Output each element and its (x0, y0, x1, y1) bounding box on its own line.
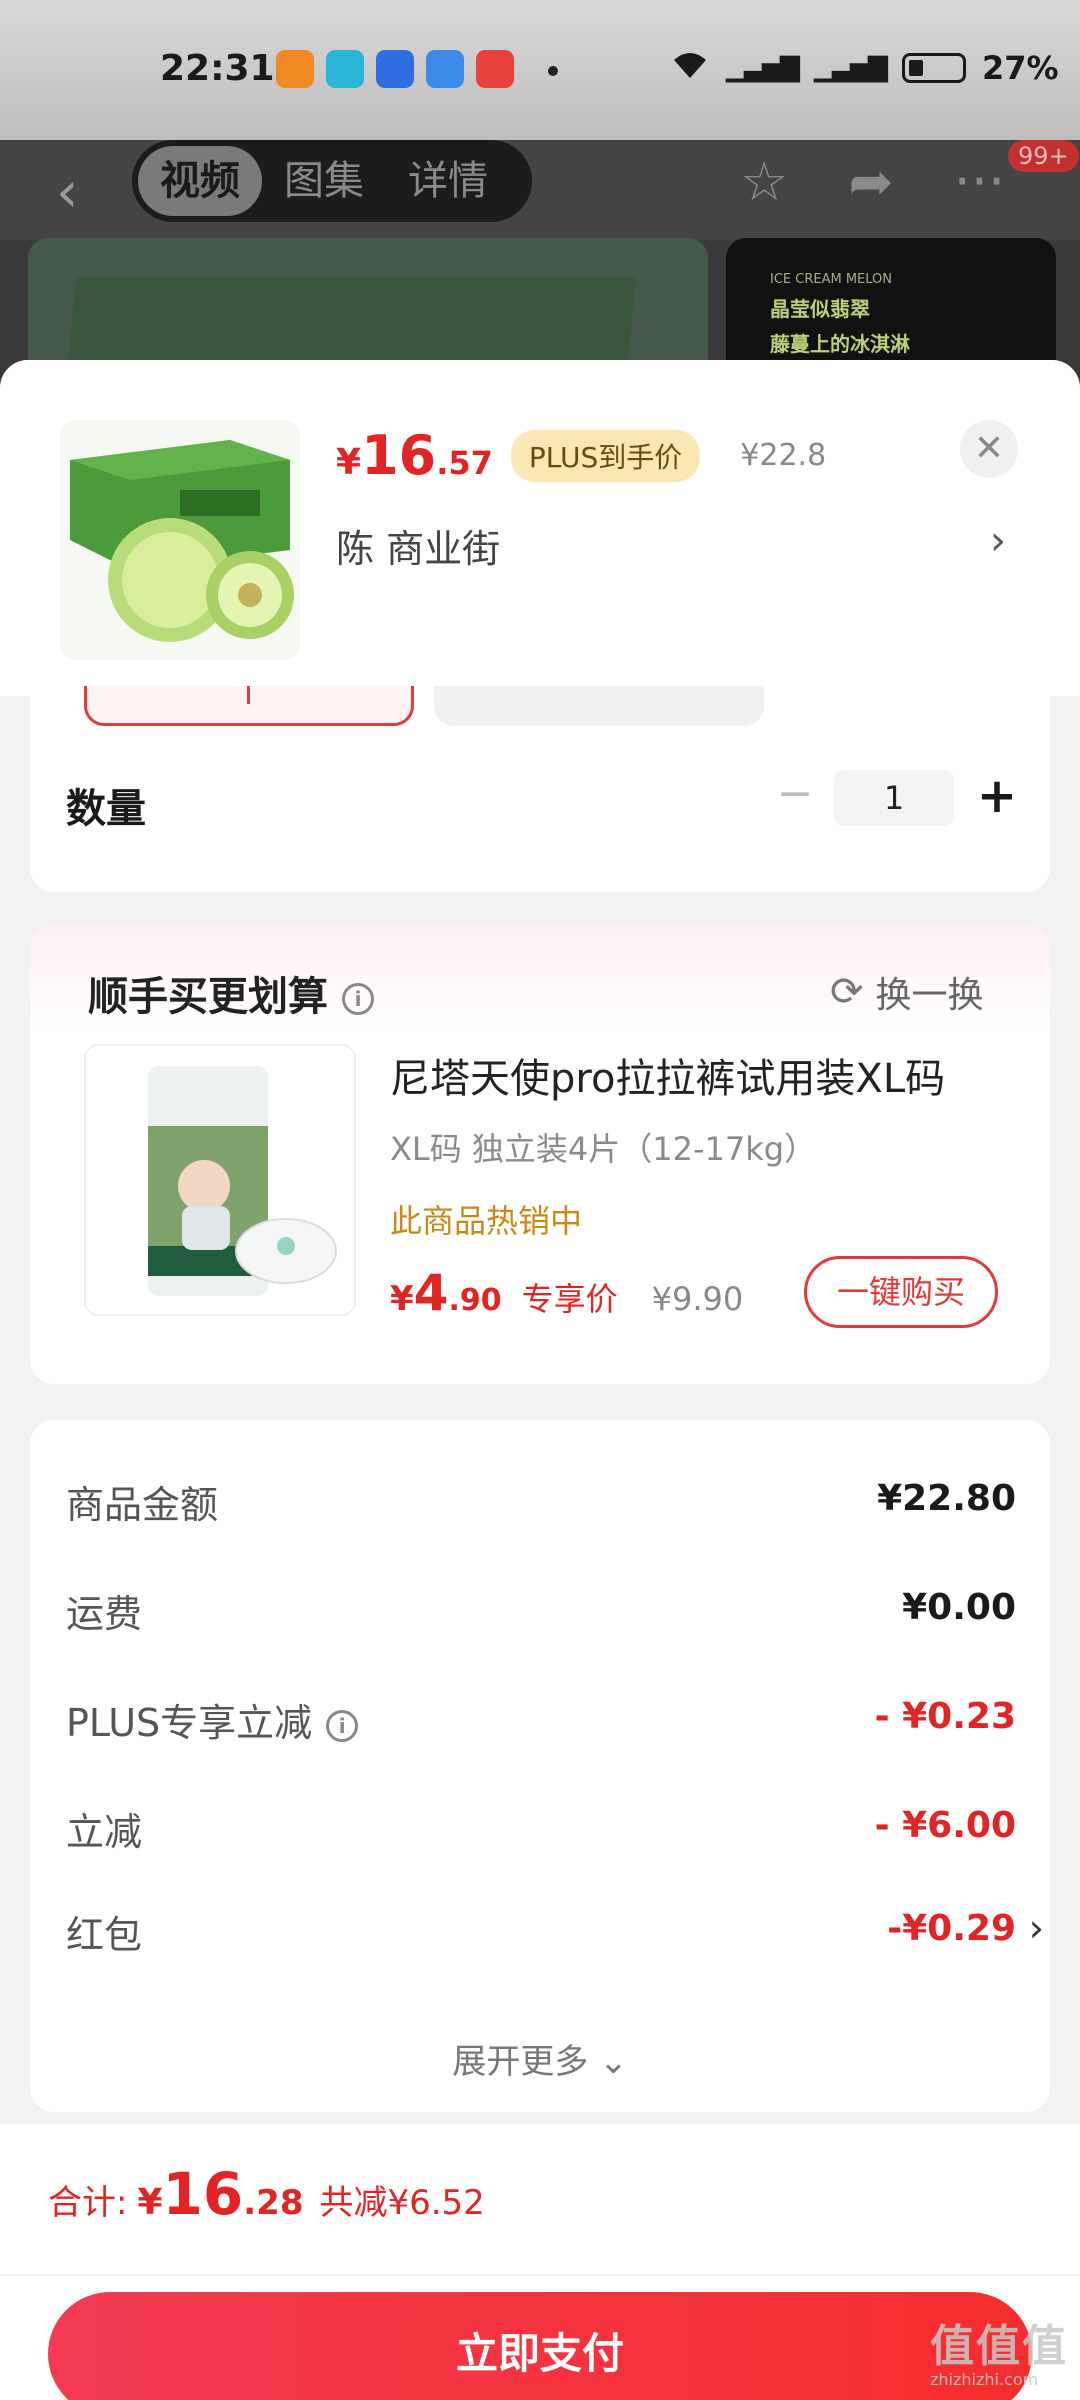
app-notification-icon (376, 50, 414, 88)
price-currency: ¥ (336, 442, 362, 483)
sheet-header: ¥ 16 .57 PLUS到手价 ¥22.8 ✕ 陈 商业街 › (0, 360, 1080, 696)
delivery-address[interactable]: 陈 商业街 (336, 518, 500, 573)
quantity-input[interactable]: 1 (834, 770, 954, 826)
swap-button[interactable]: ⟳ 换一换 (830, 966, 984, 1018)
background-page: 22:31 ▁▃▅▇ ▁▃▅▇ 27% ‹ 视频 图集 详情 ☆ ➦ ··· 9… (0, 0, 1080, 420)
more-notifications-dot-icon (548, 66, 558, 76)
status-indicators: ▁▃▅▇ ▁▃▅▇ 27% (670, 48, 1059, 88)
divider (0, 2274, 1080, 2276)
melon-box-image (60, 420, 300, 660)
more-icon[interactable]: ··· (954, 150, 1006, 213)
price-summary-card: 商品金额 ¥22.80 运费 ¥0.00 PLUS专享立减 i - ¥0.23 立… (30, 1420, 1050, 2112)
price-integer: 16 (361, 424, 437, 487)
summary-row-shipping: 运费 ¥0.00 (66, 1583, 1016, 1643)
app-notification-icon (426, 50, 464, 88)
product-price-row: ¥ 16 .57 PLUS到手价 ¥22.8 (336, 424, 826, 487)
summary-label: PLUS专享立减 i (66, 1692, 359, 1747)
price-decimal: .57 (436, 444, 493, 482)
total-saved: 共减¥6.52 (319, 2183, 485, 2223)
media-tabs: 视频 图集 详情 (132, 140, 532, 222)
quantity-decrease-button[interactable]: − (770, 770, 820, 820)
summary-label: 立减 (66, 1810, 143, 1854)
top-actions: ☆ ➦ ··· (740, 150, 1005, 213)
signal-icon: ▁▃▅▇ (726, 53, 800, 83)
upsell-price-currency: ¥ (390, 1279, 414, 1319)
summary-value: ¥0.00 (902, 1587, 1016, 1628)
summary-value: - ¥0.23 (874, 1696, 1016, 1737)
share-icon[interactable]: ➦ (848, 150, 893, 213)
spec-option-selected[interactable] (84, 686, 414, 726)
favorite-star-icon[interactable]: ☆ (740, 150, 788, 213)
quantity-card: 数量 − 1 + (30, 686, 1050, 892)
total-currency: ¥ (137, 2182, 163, 2223)
upsell-product-name[interactable]: 尼塔天使pro拉拉裤试用装XL码 (390, 1046, 945, 1104)
upsell-card: 顺手买更划算 i ⟳ 换一换 尼塔天使pro拉拉裤试用装XL码 XL码 独立装4片… (30, 924, 1050, 1384)
banner-headline: 晶莹似翡翠 (770, 297, 870, 321)
upsell-price-integer: 4 (413, 1264, 449, 1322)
app-notification-icon (326, 50, 364, 88)
total-label: 合计: (48, 2183, 128, 2223)
upsell-hot-label: 此商品热销中 (390, 1202, 583, 1240)
total-integer: 16 (162, 2160, 244, 2228)
refresh-icon: ⟳ (830, 969, 864, 1015)
summary-row-goods: 商品金额 ¥22.80 (66, 1474, 1016, 1534)
banner-subheadline: 藤蔓上的冰淇淋 (770, 332, 910, 356)
notification-badge: 99+ (1008, 140, 1079, 172)
upsell-product-spec: XL码 独立装4片（12-17kg） (390, 1130, 817, 1168)
wifi-icon (670, 48, 710, 88)
close-icon: ✕ (973, 428, 1005, 469)
summary-label: 运费 (66, 1592, 143, 1636)
status-app-icons (276, 50, 514, 88)
total-row: 合计: ¥ 16 .28 共减¥6.52 (48, 2160, 485, 2228)
summary-row-instant-discount: 立减 - ¥6.00 (66, 1801, 1016, 1861)
upsell-exclusive-label: 专享价 (521, 1280, 618, 1318)
chevron-right-icon[interactable]: › (1029, 1906, 1044, 1950)
battery-icon (901, 53, 966, 83)
summary-row-red-packet[interactable]: 红包 -¥0.29 › (66, 1904, 1044, 1964)
status-time: 22:31 (160, 48, 275, 89)
summary-value: - ¥6.00 (874, 1805, 1016, 1846)
signal-icon: ▁▃▅▇ (813, 53, 888, 83)
expand-more-button[interactable]: 展开更多 ⌄ (30, 2034, 1050, 2083)
app-notification-icon (276, 50, 314, 88)
banner-small-text: ICE CREAM MELON (770, 272, 892, 287)
info-icon[interactable]: i (326, 1709, 359, 1742)
summary-label: 商品金额 (66, 1483, 219, 1527)
summary-value: -¥0.29 (887, 1908, 1016, 1949)
tab-details[interactable]: 详情 (386, 146, 510, 216)
upsell-price-decimal: .90 (448, 1283, 502, 1318)
pay-now-button[interactable]: 立即支付 (48, 2292, 1032, 2400)
spec-option[interactable] (434, 686, 764, 726)
total-decimal: .28 (243, 2183, 304, 2223)
close-button[interactable]: ✕ (960, 420, 1018, 478)
upsell-title-text: 顺手买更划算 (88, 974, 328, 1020)
upsell-title: 顺手买更划算 i (88, 964, 374, 1022)
diaper-pack-image[interactable] (84, 1044, 356, 1316)
chevron-right-icon[interactable]: › (990, 518, 1006, 564)
upsell-price-row: ¥ 4 .90 专享价 ¥9.90 (390, 1264, 743, 1322)
summary-label: 红包 (66, 1913, 143, 1957)
summary-label-text: PLUS专享立减 (66, 1701, 313, 1745)
summary-value: ¥22.80 (877, 1478, 1016, 1519)
info-icon[interactable]: i (342, 983, 374, 1015)
battery-percent: 27% (981, 49, 1059, 87)
quantity-label: 数量 (66, 786, 146, 832)
checkout-sheet: ¥ 16 .57 PLUS到手价 ¥22.8 ✕ 陈 商业街 › 数量 − 1 … (0, 360, 1080, 2400)
tab-video[interactable]: 视频 (138, 146, 262, 216)
original-price: ¥22.8 (740, 438, 827, 473)
swap-label: 换一换 (875, 975, 984, 1016)
app-notification-icon (476, 50, 514, 88)
tab-gallery[interactable]: 图集 (262, 146, 386, 216)
back-icon[interactable]: ‹ (56, 160, 78, 225)
quantity-increase-button[interactable]: + (972, 768, 1022, 824)
plus-price-tag: PLUS到手价 (510, 429, 701, 482)
checkout-footer: 合计: ¥ 16 .28 共减¥6.52 立即支付 (0, 2124, 1080, 2400)
upsell-original-price: ¥9.90 (651, 1280, 744, 1318)
summary-row-plus-discount: PLUS专享立减 i - ¥0.23 (66, 1692, 1016, 1752)
site-watermark: 值值值 zhizhizhi.com (930, 2310, 1068, 2389)
watermark-logo: 值值值 (930, 2321, 1068, 2372)
one-click-buy-button[interactable]: 一键购买 (804, 1256, 998, 1328)
